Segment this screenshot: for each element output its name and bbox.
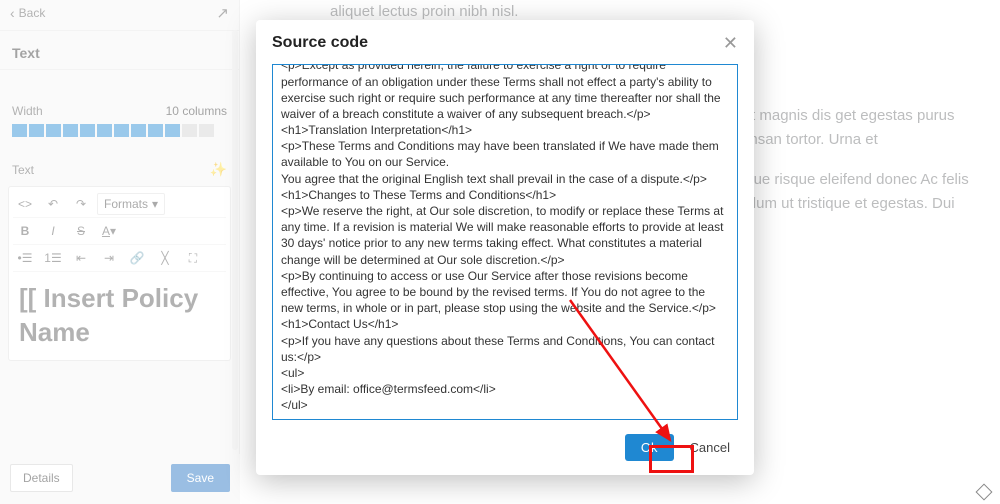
cancel-button[interactable]: Cancel: [682, 434, 738, 461]
source-code-modal: Source code ✕ Ok Cancel: [256, 20, 754, 475]
source-code-textarea[interactable]: [272, 64, 738, 420]
close-icon[interactable]: ✕: [723, 34, 738, 52]
modal-title: Source code: [272, 34, 368, 52]
ok-button[interactable]: Ok: [625, 434, 674, 461]
